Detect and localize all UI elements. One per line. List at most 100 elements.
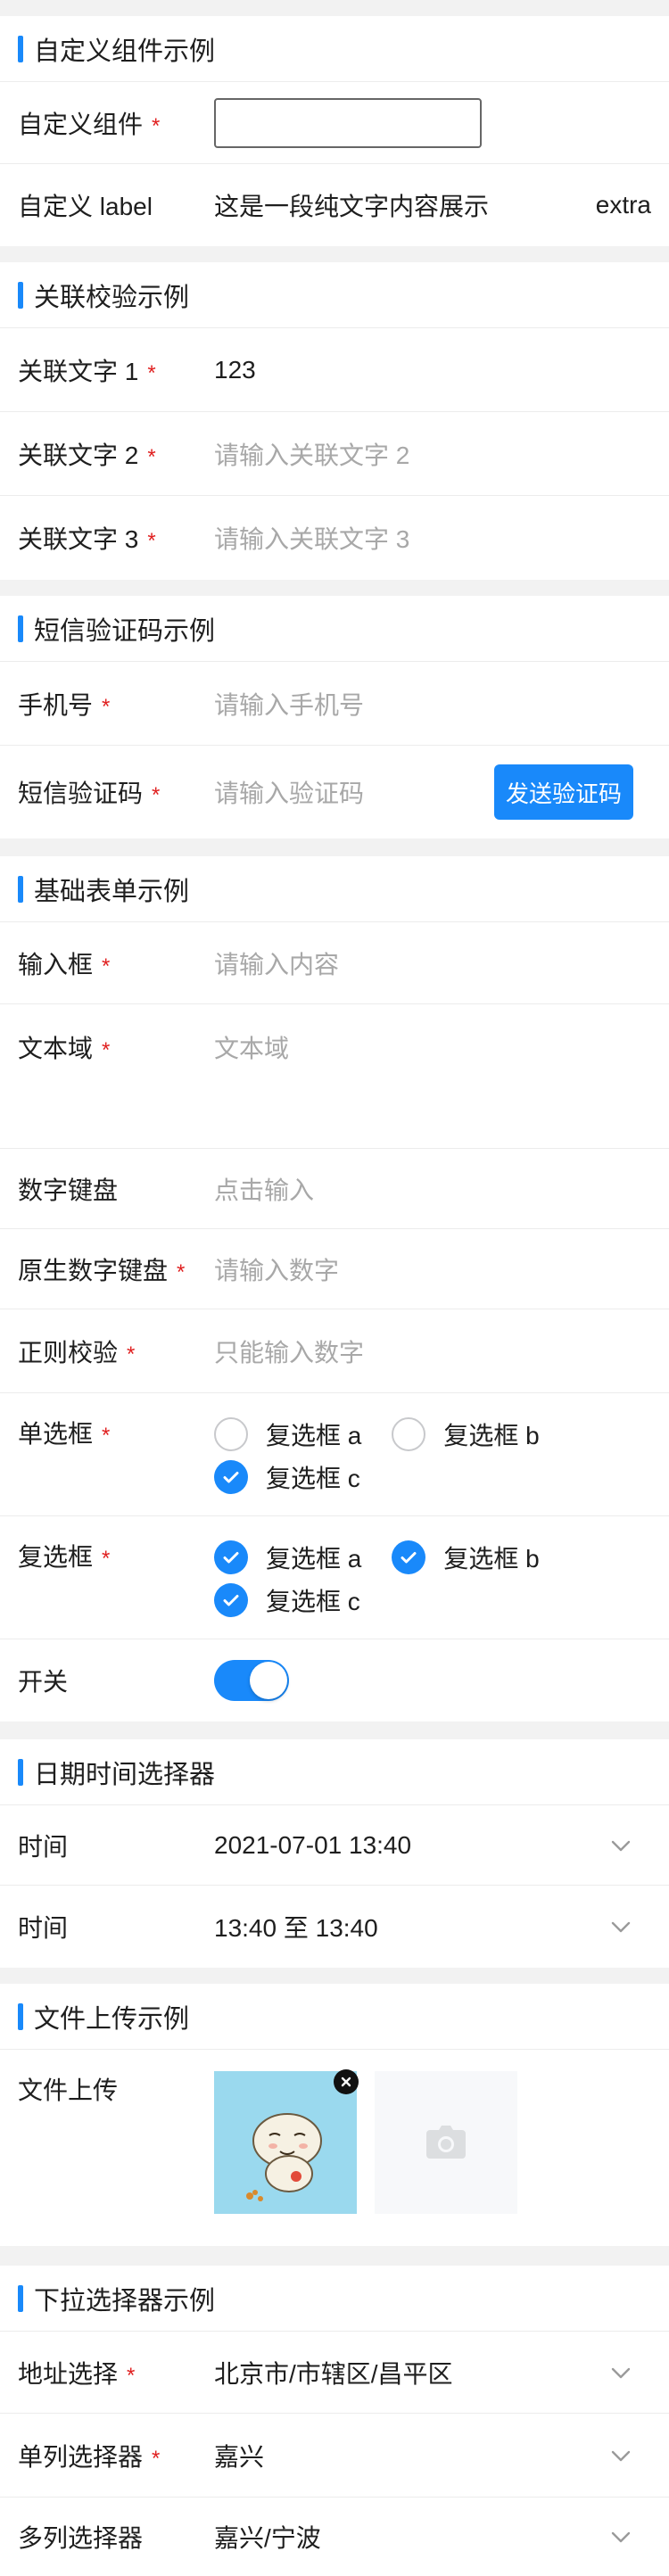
form-row-sms-code: 短信验证码 * 请输入验证码 发送验证码 (0, 746, 669, 838)
field-label: 自定义 label (18, 193, 153, 220)
section-header: 基础表单示例 (0, 856, 669, 922)
section-picker: 下拉选择器示例 地址选择 * 北京市/市辖区/昌平区 单列选择器 * 嘉兴 多列选择… (0, 2266, 669, 2576)
form-row-custom-component: 自定义组件 * (0, 82, 669, 164)
linked-text-3-input[interactable]: 请输入关联文字 3 (214, 520, 651, 556)
field-label: 短信验证码 * (18, 780, 161, 807)
field-label: 多列选择器 (18, 2524, 144, 2552)
checkbox-option-c[interactable]: 复选框 c (214, 1582, 360, 1618)
chevron-down-icon[interactable] (608, 1914, 633, 1939)
checkbox-group: 复选框 a 复选框 b 复选框 c (214, 1536, 570, 1622)
chevron-down-icon[interactable] (608, 1833, 633, 1858)
linked-text-1-input[interactable]: 123 (214, 356, 651, 384)
regex-input[interactable]: 只能输入数字 (214, 1333, 651, 1369)
radio-checked[interactable] (214, 1460, 248, 1494)
section-sms: 短信验证码示例 手机号 * 请输入手机号 短信验证码 * 请输入验证码 发送验证码 (0, 596, 669, 838)
field-label: 文件上传 (18, 2076, 119, 2104)
section-title: 自定义组件示例 (34, 37, 216, 66)
form-row-multi-picker[interactable]: 多列选择器 嘉兴/宁波 (0, 2498, 669, 2576)
camera-icon (426, 2126, 466, 2159)
section-header: 文件上传示例 (0, 1984, 669, 2050)
time-range-value[interactable]: 13:40 至 13:40 (214, 1909, 651, 1944)
field-label: 单列选择器 * (18, 2442, 161, 2471)
field-label: 时间 (18, 1832, 69, 1861)
check-icon (401, 1552, 417, 1564)
form-row-native-number: 原生数字键盘 * 请输入数字 (0, 1229, 669, 1309)
plain-text-value: 这是一段纯文字内容展示 (214, 193, 490, 220)
section-basic: 基础表单示例 输入框 * 请输入内容 文本域 * 文本域 数字键盘 点击输入 原生数… (0, 856, 669, 1721)
section-custom: 自定义组件示例 自定义组件 * 自定义 label 这是一段纯文字内容展示 ext… (0, 16, 669, 246)
form-row-datetime[interactable]: 时间 2021-07-01 13:40 (0, 1805, 669, 1886)
radio-option-b[interactable]: 复选框 b (392, 1416, 540, 1452)
option-label: 复选框 c (266, 1588, 360, 1615)
checkbox-checked[interactable] (392, 1540, 426, 1574)
section-title: 关联校验示例 (34, 283, 190, 312)
radio-circle[interactable] (392, 1417, 426, 1451)
field-label: 单选框 * (18, 1420, 111, 1448)
section-title: 日期时间选择器 (34, 1760, 216, 1789)
form-row-time-range[interactable]: 时间 13:40 至 13:40 (0, 1886, 669, 1968)
delete-image-button[interactable] (334, 2069, 359, 2094)
checkbox-checked[interactable] (214, 1583, 248, 1617)
multi-picker-value[interactable]: 嘉兴/宁波 (214, 2519, 651, 2555)
phone-input[interactable]: 请输入手机号 (214, 686, 651, 722)
section-accent-bar (18, 281, 23, 309)
form-row-checkbox: 复选框 * 复选框 a 复选框 b 复选框 c (0, 1516, 669, 1639)
cartoon-image (214, 2071, 357, 2214)
uploaded-image-preview[interactable] (214, 2069, 359, 2214)
datetime-value[interactable]: 2021-07-01 13:40 (214, 1831, 651, 1860)
field-label: 数字键盘 (18, 1176, 119, 1204)
extra-text: extra (595, 191, 651, 219)
checkbox-checked[interactable] (214, 1540, 248, 1574)
radio-option-a[interactable]: 复选框 a (214, 1416, 361, 1452)
section-linked: 关联校验示例 关联文字 1 * 123 关联文字 2 * 请输入关联文字 2 关联文… (0, 262, 669, 580)
section-header: 自定义组件示例 (0, 16, 669, 82)
check-icon (223, 1472, 239, 1483)
linked-text-2-input[interactable]: 请输入关联文字 2 (214, 436, 651, 472)
radio-circle[interactable] (214, 1417, 248, 1451)
form-row-linked-text-1: 关联文字 1 * 123 (0, 328, 669, 412)
field-label: 关联文字 2 * (18, 441, 156, 469)
section-header: 关联校验示例 (0, 262, 669, 328)
section-accent-bar (18, 2284, 23, 2312)
form-row-linked-text-3: 关联文字 3 * 请输入关联文字 3 (0, 496, 669, 580)
checkbox-option-b[interactable]: 复选框 b (392, 1540, 540, 1575)
close-icon (341, 2076, 351, 2087)
section-accent-bar (18, 35, 23, 62)
field-label: 文本域 * (18, 1035, 111, 1062)
chevron-down-icon[interactable] (608, 2443, 633, 2468)
option-label: 复选框 a (266, 1545, 362, 1573)
upload-add-button[interactable] (375, 2071, 517, 2214)
chevron-down-icon[interactable] (608, 2360, 633, 2385)
section-upload: 文件上传示例 文件上传 (0, 1984, 669, 2246)
section-title: 文件上传示例 (34, 2004, 190, 2034)
custom-component-input[interactable] (214, 97, 482, 148)
section-accent-bar (18, 1758, 23, 1786)
form-row-address[interactable]: 地址选择 * 北京市/市辖区/昌平区 (0, 2332, 669, 2414)
radio-group: 复选框 a 复选框 b 复选框 c (214, 1413, 570, 1499)
toggle-switch[interactable] (214, 1660, 289, 1701)
number-keyboard-input[interactable]: 点击输入 (214, 1171, 651, 1207)
address-value[interactable]: 北京市/市辖区/昌平区 (214, 2355, 651, 2390)
form-row-upload: 文件上传 (0, 2050, 669, 2246)
field-label: 手机号 * (18, 690, 111, 719)
send-code-button[interactable]: 发送验证码 (494, 764, 633, 820)
checkbox-option-a[interactable]: 复选框 a (214, 1540, 361, 1575)
field-label: 输入框 * (18, 950, 111, 978)
form-row-single-picker[interactable]: 单列选择器 * 嘉兴 (0, 2414, 669, 2498)
single-picker-value[interactable]: 嘉兴 (214, 2438, 651, 2473)
form-row-input: 输入框 * 请输入内容 (0, 922, 669, 1004)
form-row-switch: 开关 (0, 1639, 669, 1721)
section-header: 下拉选择器示例 (0, 2266, 669, 2332)
uploader (214, 2069, 517, 2214)
textarea-input[interactable]: 文本域 (214, 1029, 651, 1065)
switch-knob (250, 1662, 287, 1699)
section-header: 日期时间选择器 (0, 1739, 669, 1805)
form-row-regex: 正则校验 * 只能输入数字 (0, 1309, 669, 1393)
text-input[interactable]: 请输入内容 (214, 945, 651, 981)
check-icon (223, 1595, 239, 1606)
chevron-down-icon[interactable] (608, 2524, 633, 2549)
form-row-phone: 手机号 * 请输入手机号 (0, 662, 669, 746)
native-number-input[interactable]: 请输入数字 (214, 1251, 651, 1287)
section-title: 下拉选择器示例 (34, 2286, 216, 2316)
radio-option-c[interactable]: 复选框 c (214, 1459, 360, 1495)
